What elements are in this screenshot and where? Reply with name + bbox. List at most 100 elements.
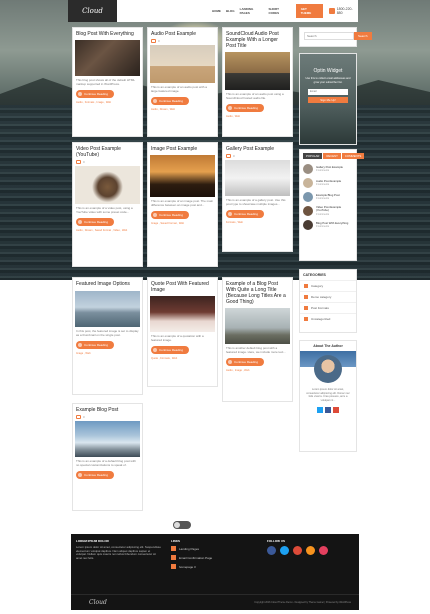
author-social-links — [300, 404, 356, 416]
footer-follow: FOLLOW US — [267, 539, 352, 555]
post-title[interactable]: Example of a Blog Post With Quite a Long… — [223, 278, 292, 305]
post-title[interactable]: Featured Image Options — [73, 278, 142, 287]
post-thumbnail[interactable] — [150, 296, 215, 332]
comment-icon — [76, 160, 81, 164]
post-tags[interactable]: Formats , Web — [223, 220, 292, 225]
tabbed-posts-widget: POPULAR RECENT COMMENTS Gallery Post Exa… — [299, 149, 365, 261]
nav-landing-pages[interactable]: LANDING PAGES — [240, 7, 264, 15]
facebook-icon[interactable] — [325, 407, 331, 413]
continue-reading-button[interactable]: Continue Reading — [226, 210, 265, 218]
continue-reading-button[interactable]: Continue Reading — [151, 97, 190, 105]
search-button[interactable]: Search — [354, 32, 372, 40]
category-item[interactable]: Category — [300, 280, 356, 291]
folder-icon — [304, 284, 308, 288]
twitter-icon[interactable] — [280, 546, 289, 555]
continue-reading-button[interactable]: Continue Reading — [76, 218, 115, 226]
post-thumbnail[interactable] — [225, 52, 290, 90]
post-title[interactable]: Audio Post Example — [148, 28, 217, 37]
post-thumbnail[interactable] — [75, 40, 140, 76]
post-tags[interactable]: Audio , Web — [223, 114, 292, 119]
post-title[interactable]: Image Post Example — [148, 143, 217, 152]
category-item[interactable]: Demo category — [300, 291, 356, 302]
footer-link[interactable]: Landing Pages — [171, 546, 251, 551]
tab-comments[interactable]: COMMENTS — [341, 153, 365, 159]
post-title[interactable]: Quote Post With Featured Image — [148, 278, 217, 293]
category-item[interactable]: Uncategorized — [300, 313, 356, 324]
site-footer: LOREM IPSUM DOLOR Lorem ipsum dolor sit … — [0, 534, 430, 614]
post-thumbnail[interactable] — [225, 308, 290, 344]
tab-recent[interactable]: RECENT — [323, 153, 341, 159]
avatar[interactable] — [314, 355, 342, 383]
footer-link[interactable]: Email Confirmation Page — [171, 555, 251, 560]
post-tags[interactable]: Audio , Dream , Saved Format , Video , W… — [73, 228, 142, 233]
nav-blog[interactable]: BLOG — [226, 9, 235, 13]
optin-submit-button[interactable]: Sign Me Up! — [308, 97, 348, 103]
post-title[interactable]: Blog Post With Everything — [73, 28, 142, 37]
footer-logo[interactable]: Cloud — [89, 599, 107, 606]
about-author-widget: About The Author Lorem ipsum dolor sit a… — [299, 340, 357, 452]
post-thumb — [303, 178, 313, 188]
post-thumbnail[interactable] — [150, 155, 215, 197]
continue-reading-button[interactable]: Continue Reading — [76, 471, 115, 479]
nav-short-codes[interactable]: SHORT CODES — [268, 7, 289, 15]
post-tags[interactable]: Audio , Image , Web — [223, 368, 292, 373]
arrow-icon — [78, 343, 82, 347]
popular-post-item[interactable]: Audio Post Example 0 comments — [300, 176, 356, 190]
post-title[interactable]: Example Blog Post — [73, 404, 142, 413]
instagram-icon[interactable] — [319, 546, 328, 555]
post-tags[interactable]: Image , Saved Format , Web — [148, 221, 217, 226]
post-thumbnail[interactable] — [150, 45, 215, 83]
popular-post-item[interactable]: Gallery Post Example 0 comments — [300, 162, 356, 176]
google-plus-icon[interactable] — [293, 546, 302, 555]
footer-panel: LOREM IPSUM DOLOR Lorem ipsum dolor sit … — [71, 534, 359, 610]
comment-count[interactable]: 0 — [148, 37, 217, 45]
continue-reading-button[interactable]: Continue Reading — [151, 346, 190, 354]
post-title[interactable]: SoundCloud Audio Post Example With a Lon… — [223, 28, 292, 49]
twitter-icon[interactable] — [317, 407, 323, 413]
post-thumbnail[interactable] — [225, 160, 290, 196]
arrow-icon — [228, 360, 232, 364]
continue-reading-button[interactable]: Continue Reading — [76, 341, 115, 349]
nav-home[interactable]: HOME — [212, 9, 221, 13]
post-tags[interactable]: Quote , Formats , Web — [148, 356, 217, 361]
continue-reading-button[interactable]: Continue Reading — [226, 104, 265, 112]
google-plus-icon[interactable] — [333, 407, 339, 413]
post-title[interactable]: Video Post Example (YouTube) — [73, 143, 142, 158]
tab-popular[interactable]: POPULAR — [303, 153, 323, 159]
post-tags[interactable]: Audio , Dream , Web — [148, 107, 217, 112]
page-icon — [171, 555, 176, 560]
footer-links-title: LINKS — [171, 539, 180, 543]
popular-post-item[interactable]: Example Blog Post 0 comments — [300, 190, 356, 204]
comment-count[interactable]: 0 — [73, 158, 142, 166]
optin-email-input[interactable]: Email — [308, 89, 348, 95]
post-card: Blog Post With Everything This blog post… — [72, 27, 143, 137]
category-item[interactable]: Post Formats — [300, 302, 356, 313]
post-thumbnail[interactable] — [75, 166, 140, 204]
popular-post-item[interactable]: Video Post Example (YouTube) 0 comments — [300, 204, 356, 218]
comment-count[interactable]: 0 — [73, 413, 142, 421]
footer-link[interactable]: homepage 3 — [171, 564, 251, 569]
comment-count[interactable]: 0 — [223, 152, 292, 160]
continue-reading-button[interactable]: Continue Reading — [76, 90, 115, 98]
search-input[interactable] — [304, 32, 354, 40]
author-widget-title: About The Author — [313, 344, 343, 348]
get-theme-button[interactable]: GET THEME — [295, 4, 323, 18]
post-tags[interactable]: Audio , Formats , Image , Web — [73, 100, 142, 105]
post-tags[interactable]: Image , Web — [73, 351, 142, 356]
continue-reading-button[interactable]: Continue Reading — [226, 358, 265, 366]
continue-reading-button[interactable]: Continue Reading — [151, 211, 190, 219]
post-title[interactable]: Gallery Post Example — [223, 143, 292, 152]
theme-toggle[interactable] — [173, 521, 191, 529]
post-thumbnail[interactable] — [75, 421, 140, 457]
site-logo[interactable]: Cloud — [68, 0, 117, 22]
rss-icon[interactable] — [306, 546, 315, 555]
popular-post-item[interactable]: Blog Post With Everything 0 comments — [300, 218, 356, 232]
post-card: SoundCloud Audio Post Example With a Lon… — [222, 27, 293, 137]
post-thumbnail[interactable] — [75, 291, 140, 327]
page-icon — [171, 564, 176, 569]
search-form: Search — [304, 32, 372, 40]
phone-contact[interactable]: 1800-220-880 — [328, 7, 358, 15]
post-excerpt: This is an example of a video post, usin… — [76, 206, 133, 214]
footer-about-title: LOREM IPSUM DOLOR — [76, 539, 109, 543]
facebook-icon[interactable] — [267, 546, 276, 555]
